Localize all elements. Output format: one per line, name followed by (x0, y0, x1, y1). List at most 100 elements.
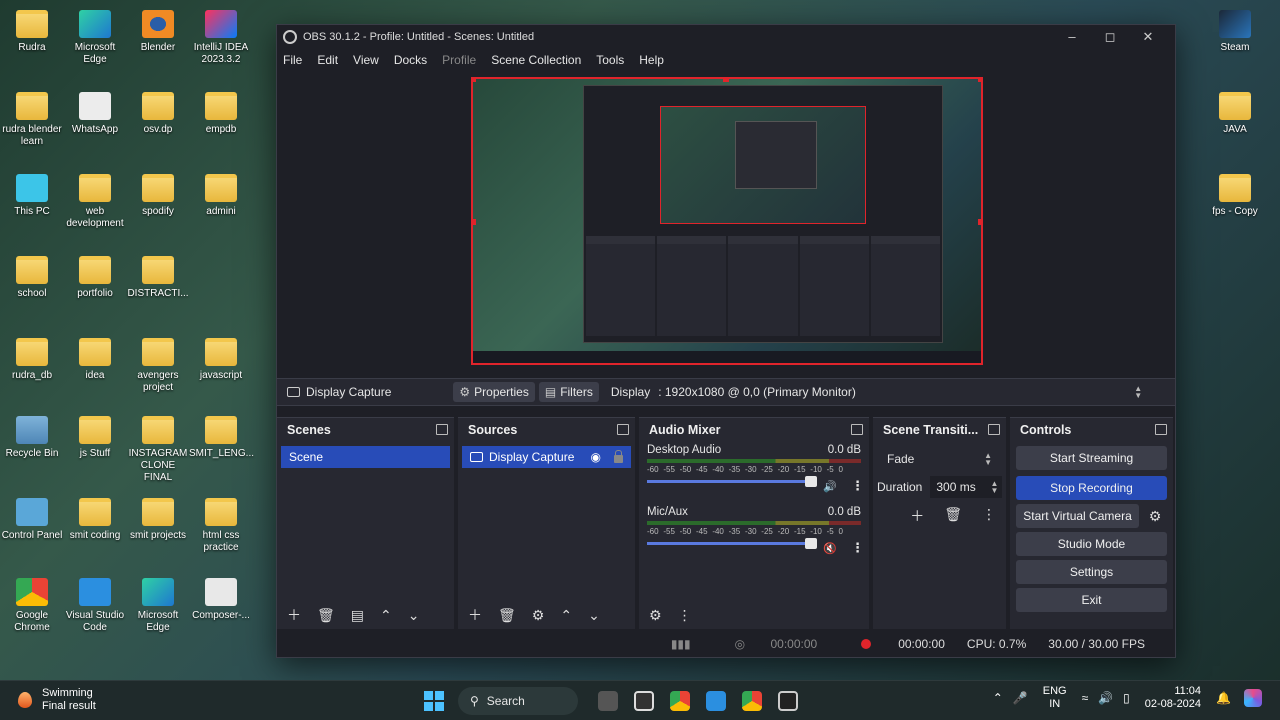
desktop-icon[interactable]: html css practice (189, 498, 253, 554)
filter-icon[interactable]: ▤ (351, 607, 364, 624)
chevron-down-icon[interactable]: ⌄ (588, 607, 600, 624)
trash-icon[interactable]: 🗑 (498, 607, 516, 624)
desktop-icon[interactable]: javascript (189, 338, 253, 382)
lock-icon[interactable] (614, 450, 623, 463)
preview-canvas[interactable] (471, 77, 983, 365)
chevron-up-icon[interactable]: ⌃ (993, 691, 1003, 705)
desktop-icon[interactable]: school (0, 256, 64, 300)
resize-handle[interactable] (978, 219, 981, 225)
chevron-down-icon[interactable]: ⌄ (408, 607, 420, 624)
studio-mode-button[interactable]: Studio Mode (1016, 532, 1167, 556)
slider-handle[interactable] (805, 476, 817, 487)
exit-button[interactable]: Exit (1016, 588, 1167, 612)
filters-button[interactable]: ▤ Filters (538, 382, 599, 402)
transition-select[interactable]: Fade ▲ ▼ (881, 448, 998, 470)
desktop-icon[interactable]: smit coding (63, 498, 127, 542)
trash-icon[interactable]: 🗑 (317, 607, 335, 624)
desktop-icon[interactable]: Steam (1203, 10, 1267, 54)
weather-widget[interactable]: Swimming Final result (18, 687, 96, 713)
chrome-profile-icon[interactable] (742, 691, 762, 711)
gear-icon[interactable]: ⚙ (532, 607, 545, 624)
copilot-icon[interactable] (1244, 689, 1262, 707)
add-icon[interactable]: ＋ (287, 605, 301, 625)
menu-tools[interactable]: Tools (596, 53, 624, 67)
menu-edit[interactable]: Edit (317, 53, 338, 67)
microphone-icon[interactable]: 🎤 (1013, 691, 1028, 705)
chevron-up-icon[interactable]: ⌃ (560, 607, 572, 624)
title-bar[interactable]: OBS 30.1.2 - Profile: Untitled - Scenes:… (277, 25, 1175, 49)
desktop-icon[interactable]: web development (63, 174, 127, 230)
virtual-camera-gear-icon[interactable]: ⚙ (1143, 508, 1167, 525)
desktop-icon[interactable]: admini (189, 174, 253, 218)
scene-list-item[interactable]: Scene (281, 446, 450, 468)
desktop-icon[interactable]: IntelliJ IDEA 2023.3.2 (189, 10, 253, 66)
desktop-icon[interactable]: rudra_db (0, 338, 64, 382)
kebab-menu-icon[interactable]: ⋮ (851, 478, 864, 494)
language-indicator[interactable]: ENG IN (1043, 685, 1067, 711)
desktop-icon[interactable]: This PC (0, 174, 64, 218)
desktop-icon[interactable]: idea (63, 338, 127, 382)
start-virtual-camera-button[interactable]: Start Virtual Camera (1016, 504, 1139, 528)
desktop-icon[interactable]: Control Panel (0, 498, 64, 542)
desktop-icon[interactable]: portfolio (63, 256, 127, 300)
desktop-icon[interactable]: fps - Copy (1203, 174, 1267, 218)
eye-icon[interactable]: ◉ (591, 450, 601, 464)
desktop-icon[interactable]: SMIT_LENG... (189, 416, 254, 460)
menu-profile[interactable]: Profile (442, 53, 476, 67)
maximize-icon[interactable]: ◻ (1091, 25, 1129, 49)
resize-handle[interactable] (473, 219, 476, 225)
desktop-icon[interactable]: Rudra (0, 10, 64, 54)
kebab-menu-icon[interactable]: ⋮ (851, 540, 864, 556)
speaker-icon[interactable]: 🔊 (823, 480, 837, 493)
desktop-icon[interactable]: empdb (189, 92, 253, 136)
desktop-icon[interactable]: Blender (126, 10, 190, 54)
desktop-icon[interactable]: JAVA (1203, 92, 1267, 136)
menu-file[interactable]: File (283, 53, 302, 67)
taskbar-search[interactable]: ⚲ Search (458, 687, 578, 715)
undock-icon[interactable] (1155, 424, 1167, 435)
kebab-menu-icon[interactable]: ⋮ (678, 607, 692, 624)
clock[interactable]: 11:04 02-08-2024 (1145, 685, 1201, 711)
menu-help[interactable]: Help (639, 53, 664, 67)
desktop-icon[interactable]: spodify (126, 174, 190, 218)
volume-icon[interactable]: 🔊 (1098, 691, 1113, 705)
properties-button[interactable]: ⚙ Properties (453, 382, 535, 402)
resize-handle[interactable] (723, 79, 729, 82)
start-icon[interactable] (424, 691, 444, 711)
desktop-icon[interactable]: INSTAGRAM CLONE FINAL (126, 416, 190, 484)
menu-view[interactable]: View (353, 53, 379, 67)
minimize-icon[interactable]: – (1053, 25, 1091, 49)
desktop-icon[interactable]: Microsoft Edge (126, 578, 190, 634)
resize-handle[interactable] (473, 79, 476, 82)
kebab-menu-icon[interactable]: ⋮ (982, 506, 996, 526)
display-select[interactable]: : 1920x1080 @ 0,0 (Primary Monitor) ▲ ▼ (658, 385, 1148, 400)
trash-icon[interactable]: 🗑 (944, 506, 962, 526)
add-icon[interactable]: ＋ (910, 506, 924, 526)
desktop-icon[interactable]: osv.dp (126, 92, 190, 136)
muted-speaker-icon[interactable]: 🔇 (823, 542, 837, 555)
desktop-icon[interactable]: smit projects (126, 498, 190, 542)
notification-bell-icon[interactable]: 🔔 (1216, 691, 1231, 705)
settings-button[interactable]: Settings (1016, 560, 1167, 584)
desktop-icon[interactable]: avengers project (126, 338, 190, 394)
undock-icon[interactable] (988, 424, 1000, 435)
volume-slider[interactable] (647, 476, 817, 487)
menu-scene-collection[interactable]: Scene Collection (491, 53, 581, 67)
chevron-up-icon[interactable]: ⌃ (380, 607, 392, 624)
desktop-icon[interactable]: DISTRACTI... (126, 256, 190, 300)
updown-icon[interactable]: ▲ ▼ (990, 480, 998, 495)
menu-docks[interactable]: Docks (394, 53, 427, 67)
obs-icon[interactable] (778, 691, 798, 711)
resize-handle[interactable] (978, 79, 981, 82)
source-list-item[interactable]: Display Capture ◉ (462, 446, 631, 468)
stop-recording-button[interactable]: Stop Recording (1016, 476, 1167, 500)
slider-handle[interactable] (805, 538, 817, 549)
desktop-icon[interactable]: Microsoft Edge (63, 10, 127, 66)
undock-icon[interactable] (617, 424, 629, 435)
add-icon[interactable]: ＋ (468, 605, 482, 625)
battery-icon[interactable]: ▯ (1123, 691, 1130, 705)
task-view-icon[interactable] (598, 691, 618, 711)
duration-spinbox[interactable]: 300 ms ▲ ▼ (930, 476, 1003, 498)
close-icon[interactable]: ✕ (1129, 25, 1167, 49)
desktop-icon[interactable]: WhatsApp (63, 92, 127, 136)
